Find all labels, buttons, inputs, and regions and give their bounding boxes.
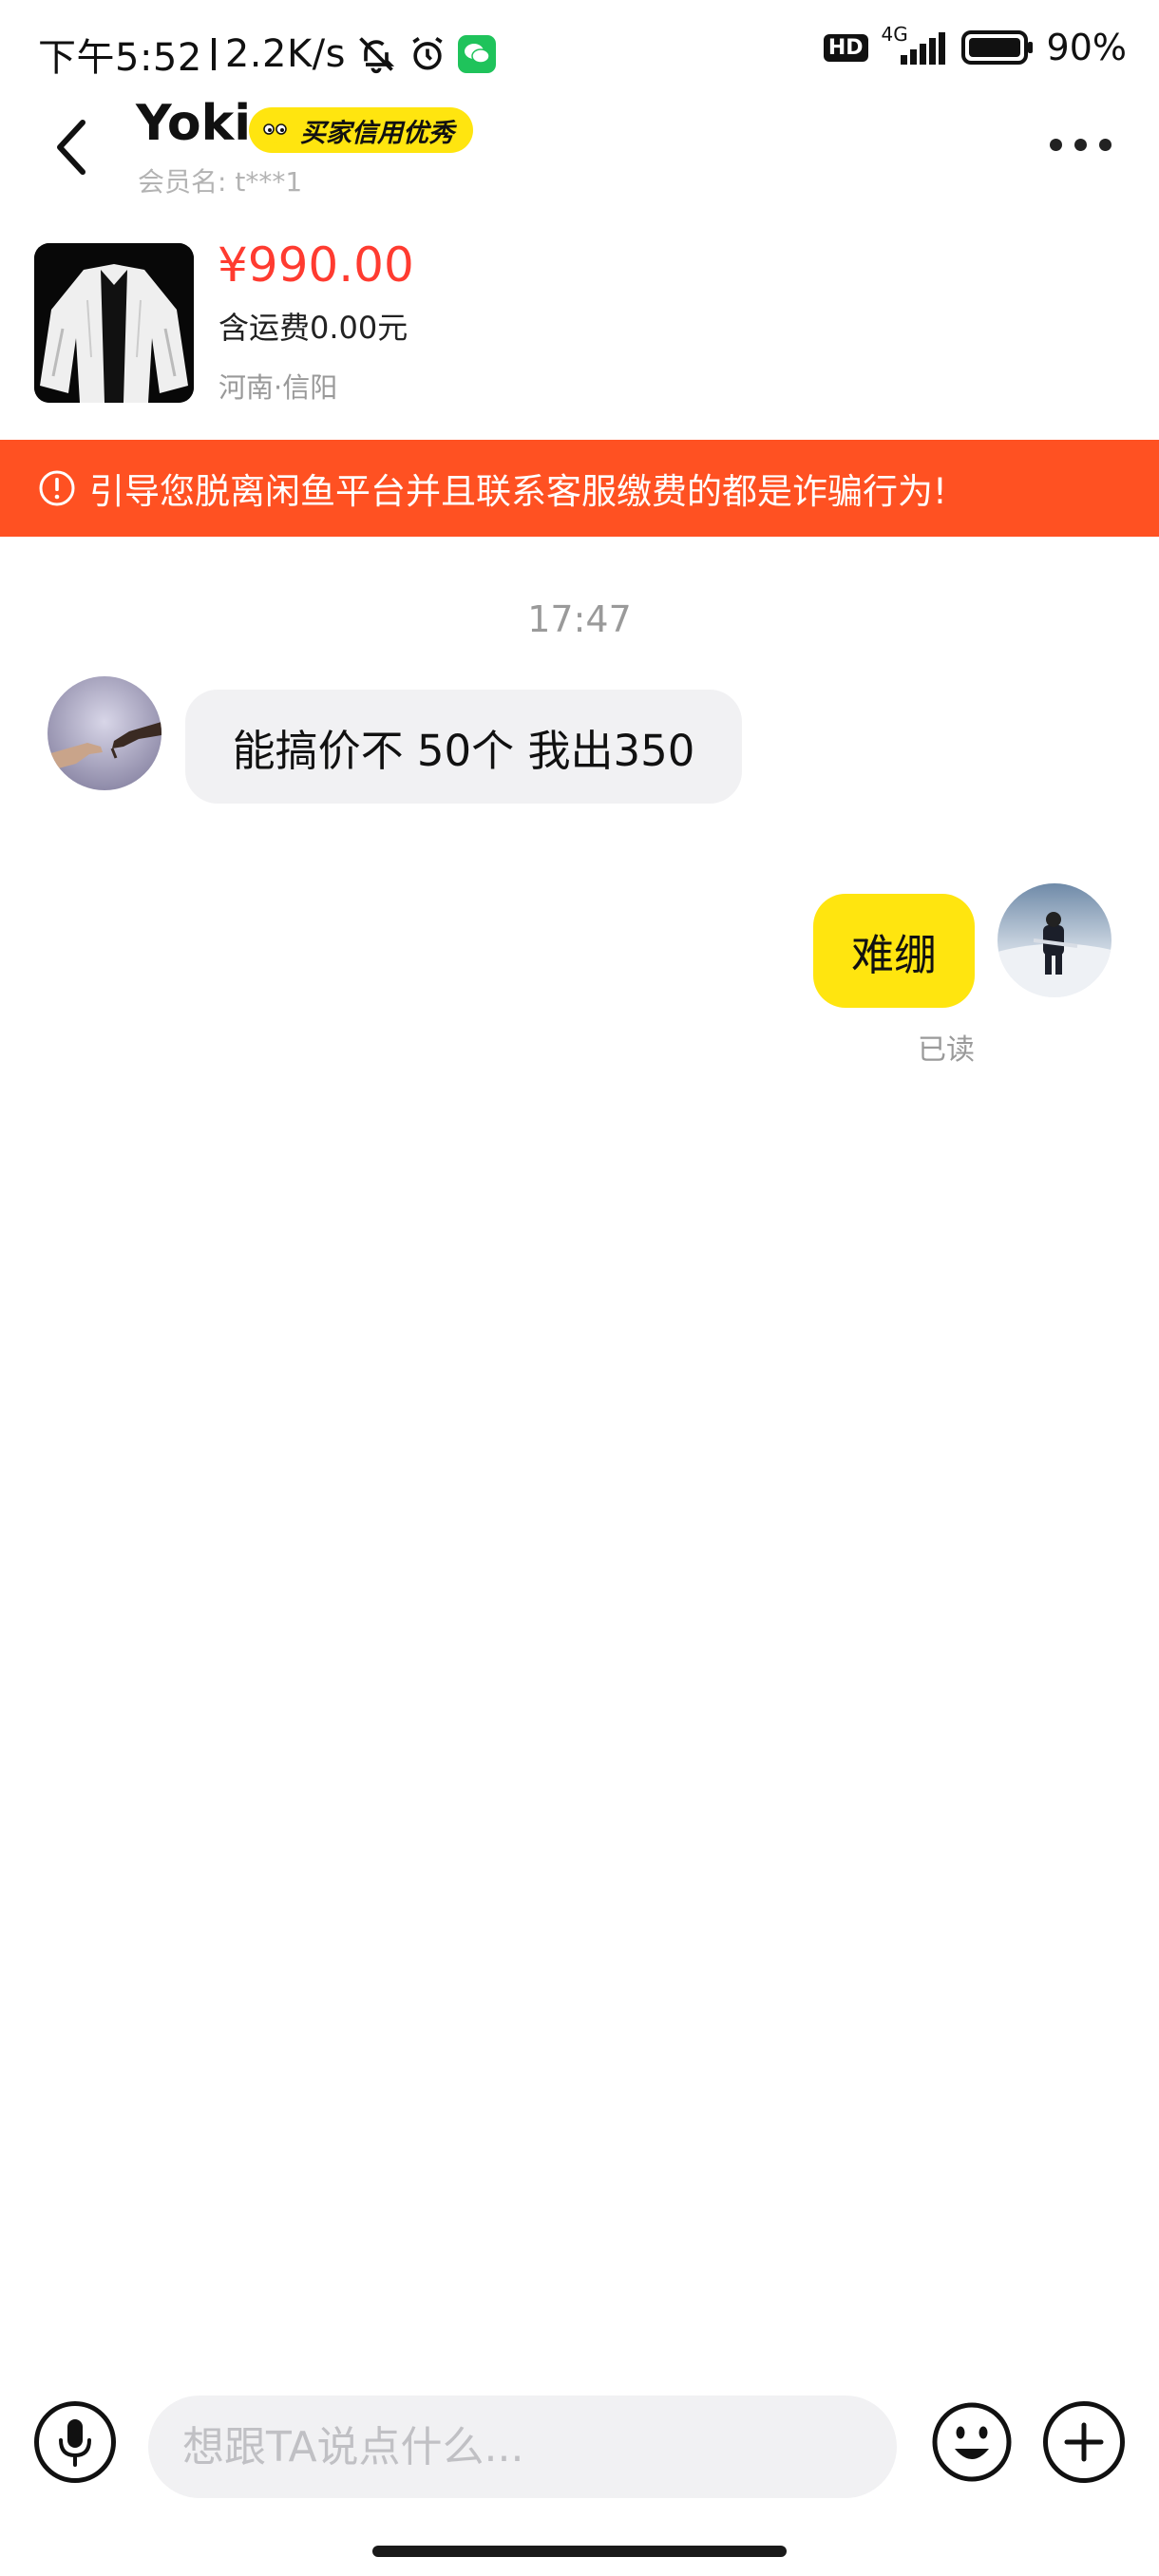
battery-icon <box>960 30 1033 65</box>
microphone-icon <box>59 2419 91 2467</box>
chat-timestamp: 17:47 <box>527 598 632 640</box>
chat-user-name[interactable]: Yoki <box>136 95 251 152</box>
more-dot <box>1074 139 1087 151</box>
bell-muted-icon <box>359 37 395 74</box>
incoming-message-text: 能搞价不 50个 我出350 <box>232 725 695 776</box>
scam-warning-banner: 引导您脱离闲鱼平台并且联系客服缴费的都是诈骗行为! <box>0 440 1159 537</box>
more-dot <box>1098 139 1112 151</box>
home-indicator[interactable] <box>372 2546 787 2557</box>
back-button[interactable] <box>38 104 104 190</box>
credit-badge-label: 买家信用优秀 <box>300 118 454 148</box>
message-input[interactable] <box>148 2396 897 2498</box>
exclamation-circle-icon <box>39 470 75 506</box>
status-bar-left: 下午5:52 2.2K/s <box>38 27 496 82</box>
status-bar-right: HD 4G 90% <box>823 23 1127 68</box>
incoming-message-bubble[interactable]: 能搞价不 50个 我出350 <box>185 690 742 804</box>
product-location: 河南·信阳 <box>218 371 338 404</box>
status-divider <box>211 38 216 70</box>
warning-text: 引导您脱离闲鱼平台并且联系客服缴费的都是诈骗行为! <box>89 471 947 512</box>
more-options-button[interactable] <box>1037 119 1123 171</box>
wechat-icon <box>458 35 496 73</box>
status-time: 下午5:52 <box>38 36 202 80</box>
read-receipt: 已读 <box>918 1033 975 1067</box>
network-speed: 2.2K/s <box>224 32 346 76</box>
more-dot <box>1049 139 1062 151</box>
battery-percent: 90% <box>1046 27 1127 68</box>
outgoing-message-text: 难绷 <box>850 929 937 980</box>
more-actions-button[interactable] <box>1043 2401 1125 2483</box>
voice-input-button[interactable] <box>34 2401 116 2483</box>
credit-badge[interactable]: 买家信用优秀 <box>249 107 473 153</box>
product-thumbnail[interactable] <box>34 243 194 403</box>
signal-indicator: 4G <box>882 23 948 65</box>
product-price: ¥990.00 <box>218 237 414 293</box>
smiley-icon <box>932 2402 1012 2482</box>
other-user-avatar[interactable] <box>48 676 162 790</box>
member-name: 会员名: t***1 <box>138 166 303 198</box>
my-avatar[interactable] <box>998 883 1112 997</box>
emoji-button[interactable] <box>931 2401 1013 2483</box>
network-type: 4G <box>881 23 908 46</box>
fish-mascot-icon <box>259 121 292 143</box>
hd-badge: HD <box>823 33 868 62</box>
jacket-image <box>34 243 194 403</box>
plus-icon <box>1064 2422 1104 2462</box>
outgoing-message-bubble[interactable]: 难绷 <box>813 894 975 1008</box>
shipping-fee: 含运费0.00元 <box>218 310 408 346</box>
alarm-icon <box>412 36 443 70</box>
chevron-left-icon <box>57 120 86 175</box>
